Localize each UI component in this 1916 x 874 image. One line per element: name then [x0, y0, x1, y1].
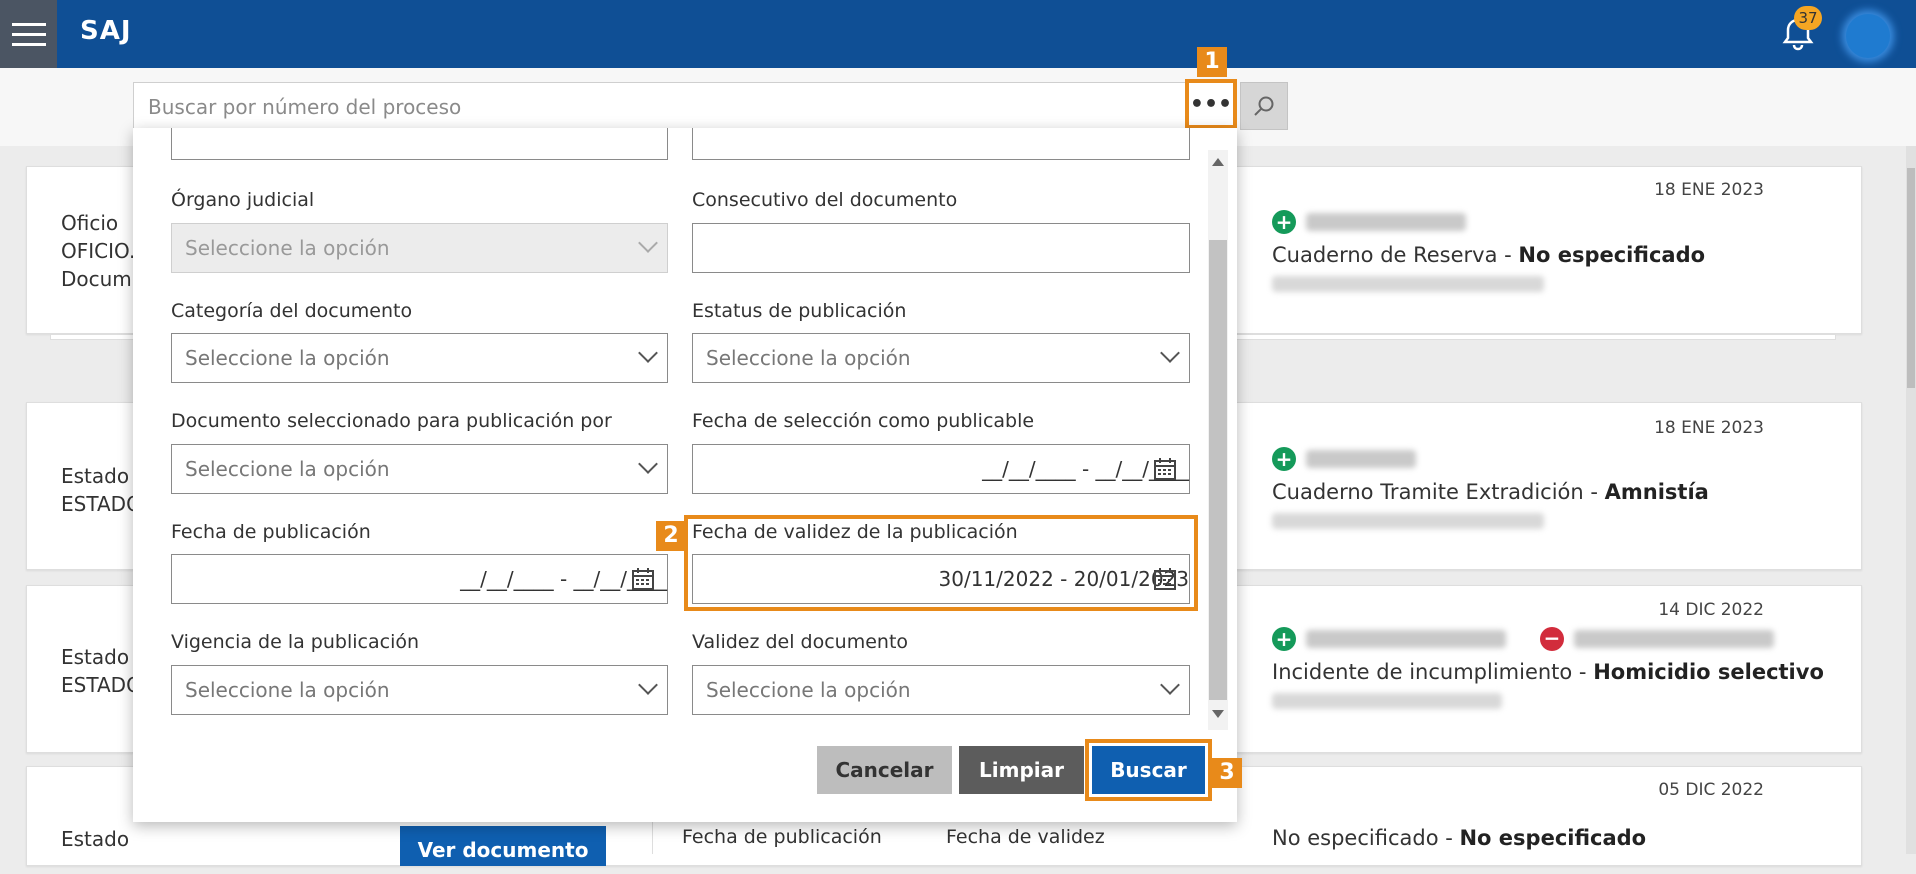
validez-documento-select[interactable]: Seleccione la opción [692, 665, 1190, 715]
view-document-button[interactable]: Ver documento [400, 826, 606, 866]
top-bar [0, 0, 1916, 68]
estatus-label: Estatus de publicación [692, 300, 907, 322]
chevron-down-icon [638, 675, 658, 695]
chevron-down-icon [1160, 343, 1180, 363]
card-date: 05 DIC 2022 [1658, 780, 1764, 800]
fecha-seleccion-label: Fecha de selección como publicable [692, 410, 1035, 432]
vigencia-label: Vigencia de la publicación [171, 631, 420, 653]
blurred-name [1306, 213, 1466, 231]
calendar-icon[interactable] [631, 567, 655, 591]
search-icon[interactable] [1240, 82, 1288, 130]
highlight-box [684, 515, 1198, 611]
minus-icon: − [1540, 627, 1564, 651]
card-text: Estado ESTADO [61, 645, 142, 697]
card-title: Incidente de incumplimiento - Homicidio … [1272, 660, 1824, 684]
blurred-line [1272, 276, 1544, 292]
chevron-down-icon [638, 343, 658, 363]
cut-off-field[interactable] [171, 128, 668, 160]
fecha-publicacion-input[interactable]: __/__/____ - __/__/____ [171, 554, 668, 604]
card-title: Cuaderno de Reserva - No especificado [1272, 243, 1706, 267]
menu-icon[interactable] [0, 0, 57, 68]
search-submit-label: Buscar [1092, 746, 1205, 794]
seleccionado-por-select[interactable]: Seleccione la opción [171, 444, 668, 494]
blurred-name [1306, 450, 1416, 468]
notification-badge: 37 [1794, 6, 1822, 30]
chevron-down-icon [638, 454, 658, 474]
blurred-name [1574, 630, 1774, 648]
vigencia-select[interactable]: Seleccione la opción [171, 665, 668, 715]
categoria-label: Categoría del documento [171, 300, 413, 322]
card-date: 14 DIC 2022 [1658, 600, 1764, 620]
card-title: Cuaderno Tramite Extradición - Amnistía [1272, 480, 1709, 504]
scroll-down-icon[interactable] [1212, 710, 1224, 718]
scroll-up-icon[interactable] [1212, 158, 1224, 166]
categoria-select[interactable]: Seleccione la opción [171, 333, 668, 383]
validez-documento-label: Validez del documento [692, 631, 909, 653]
search-submit-button[interactable]: Buscar [1085, 739, 1212, 801]
cancel-button[interactable]: Cancelar [817, 746, 952, 794]
blurred-line [1272, 513, 1544, 529]
card-date: 18 ENE 2023 [1654, 418, 1764, 438]
card-text: Estado ESTADO [61, 464, 142, 516]
organo-judicial-label: Órgano judicial [171, 189, 315, 211]
column-label: Fecha de publicación [682, 826, 882, 848]
card-date: 18 ENE 2023 [1654, 180, 1764, 200]
callout-2: 2 [656, 521, 686, 551]
seleccionado-por-label: Documento seleccionado para publicación … [171, 410, 612, 432]
blurred-line [1272, 693, 1502, 709]
calendar-icon[interactable] [1153, 457, 1177, 481]
clear-button[interactable]: Limpiar [959, 746, 1084, 794]
card-text: Oficio OFICIO. Docum [61, 211, 136, 291]
card-title: No especificado - No especificado [1272, 826, 1647, 850]
chevron-down-icon [638, 233, 658, 253]
callout-3: 3 [1212, 758, 1242, 788]
fecha-seleccion-input[interactable]: __/__/____ - __/__/____ [692, 444, 1190, 494]
estatus-select[interactable]: Seleccione la opción [692, 333, 1190, 383]
fecha-publicacion-label: Fecha de publicación [171, 521, 371, 543]
callout-1: 1 [1197, 47, 1227, 77]
cut-off-field[interactable] [692, 128, 1190, 160]
organo-judicial-select: Seleccione la opción [171, 223, 668, 273]
plus-icon: + [1272, 627, 1296, 651]
app-logo: SAJ [80, 16, 132, 46]
consecutivo-label: Consecutivo del documento [692, 189, 958, 211]
search-input[interactable]: Buscar por número del proceso [133, 82, 1187, 132]
column-label: Fecha de validez [946, 826, 1105, 848]
blurred-name [1306, 630, 1506, 648]
plus-icon: + [1272, 447, 1296, 471]
panel-scroll-thumb[interactable] [1209, 240, 1227, 700]
plus-icon: + [1272, 210, 1296, 234]
advanced-filters-button[interactable]: ••• [1185, 79, 1237, 129]
chevron-down-icon [1160, 675, 1180, 695]
page-scroll-thumb[interactable] [1907, 168, 1915, 388]
card-text: Estado [61, 827, 130, 851]
consecutivo-input[interactable] [692, 223, 1190, 273]
avatar[interactable] [1846, 14, 1890, 58]
